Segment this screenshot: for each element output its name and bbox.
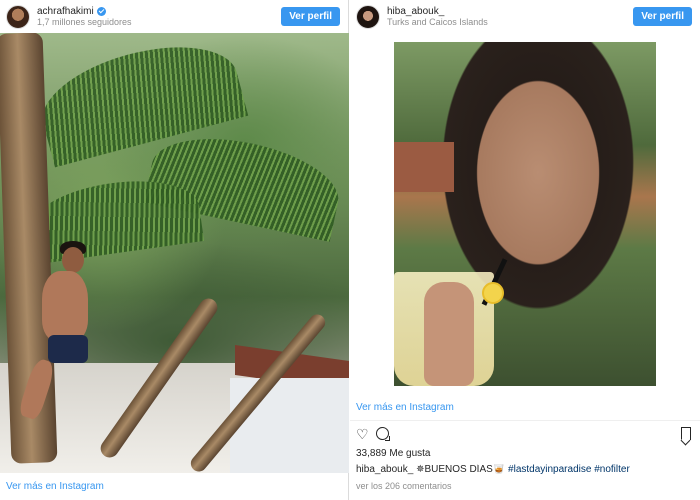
view-profile-button[interactable]: Ver perfil: [281, 7, 340, 26]
location-label[interactable]: Turks and Caicos Islands: [387, 17, 488, 28]
username[interactable]: achrafhakimi: [37, 6, 94, 17]
caption-text: ✵BUENOS DÍAS🥃: [416, 464, 506, 475]
verified-badge-icon: [96, 6, 106, 16]
view-more-link[interactable]: Ver más en Instagram: [356, 402, 454, 413]
house-roof: [394, 142, 454, 192]
avatar[interactable]: [356, 4, 380, 29]
divider: [350, 420, 700, 421]
view-profile-button[interactable]: Ver perfil: [633, 7, 692, 26]
post-header: hiba_abouk_ Turks and Caicos Islands Ver…: [350, 0, 700, 33]
view-more-link[interactable]: Ver más en Instagram: [6, 481, 104, 492]
caption: hiba_abouk_ ✵BUENOS DÍAS🥃 #lastdayinpara…: [356, 464, 694, 475]
action-bar: ♡: [350, 424, 700, 444]
hashtag-link[interactable]: #lastdayinparadise: [508, 464, 591, 475]
lemon-slice: [482, 282, 504, 304]
username[interactable]: hiba_abouk_: [387, 6, 488, 17]
user-info: hiba_abouk_ Turks and Caicos Islands: [387, 6, 488, 28]
comment-icon[interactable]: [376, 427, 390, 441]
instagram-embed-achrafhakimi: achrafhakimi 1,7 millones seguidores Ver…: [0, 0, 349, 500]
followers-count: 1,7 millones seguidores: [37, 16, 132, 27]
hand: [424, 282, 474, 386]
likes-count[interactable]: 33,889 Me gusta: [356, 448, 431, 459]
post-image[interactable]: [0, 33, 349, 473]
avatar[interactable]: [6, 4, 30, 29]
caption-username[interactable]: hiba_abouk_: [356, 464, 413, 475]
bookmark-icon[interactable]: [681, 427, 691, 440]
instagram-embeds: achrafhakimi 1,7 millones seguidores Ver…: [0, 0, 700, 500]
view-comments-link[interactable]: ver los 206 comentarios: [356, 481, 452, 491]
post-image[interactable]: [394, 42, 656, 386]
hashtag-link[interactable]: #nofilter: [594, 464, 630, 475]
post-header: achrafhakimi 1,7 millones seguidores Ver…: [0, 0, 348, 33]
heart-icon[interactable]: ♡: [356, 427, 369, 441]
instagram-embed-hiba-abouk: hiba_abouk_ Turks and Caicos Islands Ver…: [350, 0, 700, 500]
user-info: achrafhakimi 1,7 millones seguidores: [37, 6, 132, 28]
